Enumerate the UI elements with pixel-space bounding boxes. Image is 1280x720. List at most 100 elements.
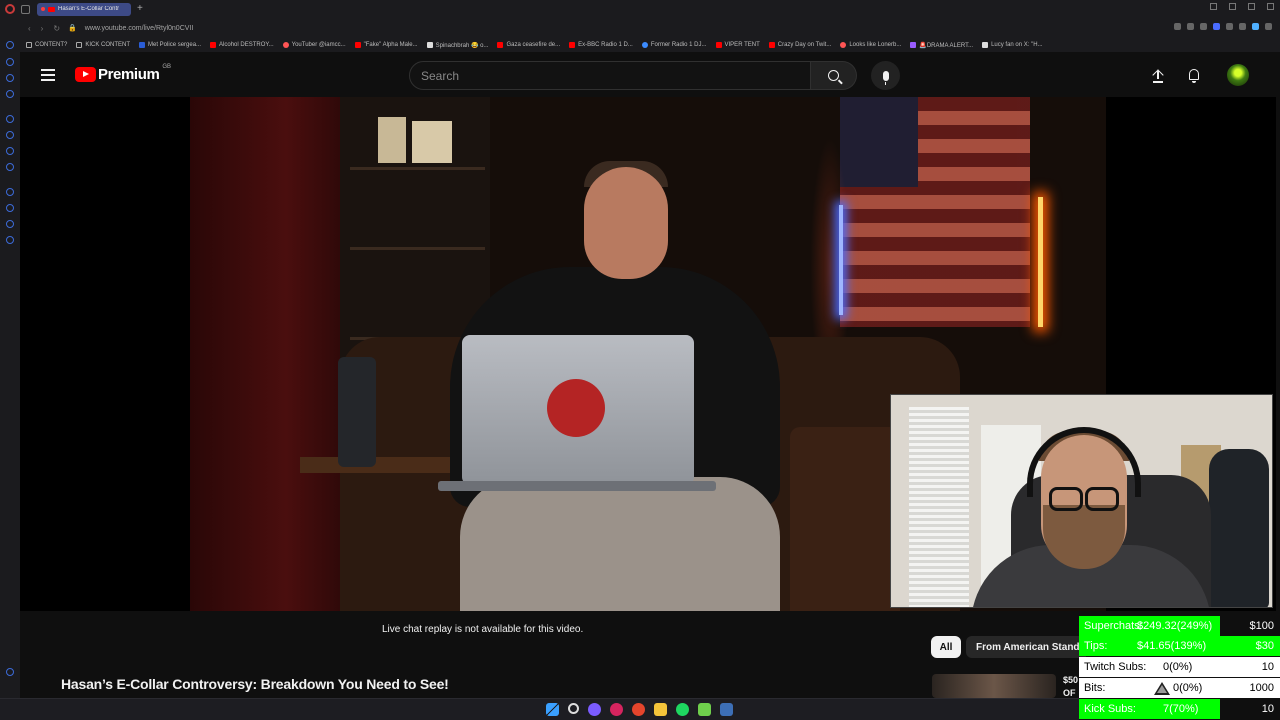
audio-icon[interactable]	[1252, 23, 1259, 30]
window-controls	[1210, 3, 1274, 10]
sidebar-history-icon[interactable]	[6, 204, 14, 212]
sidebar-messenger-icon[interactable]	[6, 147, 14, 155]
bookmark-item[interactable]: YouTuber @iamcc...	[282, 42, 346, 48]
youtube-favicon-icon	[210, 42, 217, 48]
notifications-button[interactable]	[1187, 68, 1201, 84]
sidebar-more-icon[interactable]	[6, 668, 14, 676]
goal-target: 1000	[1249, 682, 1274, 694]
url-field[interactable]: www.youtube.com/live/Rtyl0n0CVII	[85, 25, 194, 32]
spotify-icon[interactable]	[676, 703, 689, 716]
chip-from-channel[interactable]: From American Standard	[966, 636, 1086, 658]
search-input[interactable]: Search	[409, 61, 811, 90]
bookmarks-bar: CONTENT? KICK CONTENT Met Police sergea.…	[20, 38, 1280, 52]
search-icon[interactable]	[568, 703, 579, 714]
bookmark-item[interactable]: Alcohol DESTROY...	[210, 42, 274, 48]
headset	[1027, 427, 1141, 497]
hanging-coats	[1209, 449, 1269, 607]
curtain	[190, 97, 350, 611]
youtube-premium-logo[interactable]: Premium GB	[75, 64, 171, 83]
maximize-icon[interactable]	[1248, 3, 1255, 10]
tab-title: Hasan's E-Collar Contr	[58, 6, 120, 12]
sidebar-home-icon[interactable]	[6, 41, 14, 49]
bookmark-item[interactable]: 🚨DRAMA ALERT...	[910, 42, 973, 49]
bookmark-item[interactable]: "Fake" Alpha Male...	[354, 42, 418, 48]
site-favicon-icon	[282, 42, 289, 48]
sidebar-settings-icon[interactable]	[6, 236, 14, 244]
site-favicon-icon	[139, 42, 146, 48]
play-icon[interactable]	[1226, 23, 1233, 30]
bookmark-item[interactable]: KICK CONTENT	[76, 42, 130, 48]
neon-light-orange	[1038, 197, 1043, 327]
goal-value: $249.32(249%)	[1137, 620, 1213, 632]
goal-value: 0(0%)	[1173, 682, 1203, 694]
vpn-icon[interactable]	[1213, 23, 1220, 30]
presenter-head	[584, 167, 668, 279]
bookmark-item[interactable]: Former Radio 1 DJ...	[641, 42, 707, 48]
google-favicon-icon	[641, 42, 648, 48]
heart-icon[interactable]	[1239, 23, 1246, 30]
chip-all[interactable]: All	[931, 636, 961, 658]
sidebar-app-icon[interactable]	[6, 188, 14, 196]
bookmark-item[interactable]: Spinachbrah 😂 o...	[426, 42, 488, 49]
reload-icon[interactable]: ↻	[53, 24, 60, 33]
browser-tab-strip: Hasan's E-Collar Contr +	[0, 0, 1280, 18]
recommended-title-fragment[interactable]: OF	[1063, 688, 1076, 698]
youtube-favicon-icon	[48, 6, 55, 12]
app-icon[interactable]	[588, 703, 601, 716]
goal-label: Superchats:	[1084, 620, 1143, 632]
sidebar-instagram-icon[interactable]	[6, 163, 14, 171]
extension-icon[interactable]	[1187, 23, 1194, 30]
bookmark-item[interactable]: Met Police sergea...	[139, 42, 201, 48]
menu-icon[interactable]	[1265, 23, 1272, 30]
xbox-icon[interactable]	[698, 703, 711, 716]
steam-icon[interactable]	[720, 703, 733, 716]
recommended-thumbnail[interactable]	[932, 674, 1056, 698]
sidebar-app-icon[interactable]	[6, 90, 14, 98]
twitch-favicon-icon	[910, 42, 917, 48]
x-favicon-icon	[982, 42, 989, 48]
back-icon[interactable]: ‹	[28, 24, 31, 33]
create-button[interactable]	[1151, 69, 1165, 83]
bookmark-item[interactable]: Lucy fan on X: "H...	[982, 42, 1043, 48]
sidebar-app-icon[interactable]	[6, 74, 14, 82]
sidebar-app-icon[interactable]	[6, 220, 14, 228]
chrome-icon[interactable]	[632, 703, 645, 716]
menu-icon[interactable]	[41, 69, 55, 81]
bookmark-item[interactable]: Crazy Day on Twit...	[768, 42, 831, 48]
window-blinds	[909, 407, 969, 607]
youtube-favicon-icon	[354, 42, 361, 48]
windows-start-icon[interactable]	[546, 703, 559, 716]
new-tab-button[interactable]: +	[137, 4, 143, 14]
forward-icon[interactable]: ›	[41, 24, 44, 33]
picture-frame	[412, 121, 452, 163]
voice-search-button[interactable]	[871, 61, 900, 90]
avatar[interactable]	[1227, 64, 1249, 86]
browser-tab-active[interactable]: Hasan's E-Collar Contr	[37, 2, 131, 16]
sidebar-app-icon[interactable]	[6, 58, 14, 66]
opera-gx-icon[interactable]	[610, 703, 623, 716]
sidebar-twitch-icon[interactable]	[6, 131, 14, 139]
video-player[interactable]	[20, 97, 1276, 611]
picture-frame	[378, 117, 406, 163]
goal-label: Tips:	[1084, 640, 1108, 652]
bookmark-item[interactable]: CONTENT?	[26, 42, 67, 48]
bookmark-item[interactable]: Looks like Lonerb...	[840, 42, 901, 48]
opera-logo-icon[interactable]	[5, 4, 15, 14]
search-tabs-icon[interactable]	[1210, 3, 1217, 10]
recommended-title-fragment[interactable]: $50	[1063, 675, 1078, 685]
lock-icon[interactable]: 🔒	[68, 24, 77, 32]
bookmark-item[interactable]: Ex-BBC Radio 1 D...	[569, 42, 633, 48]
goal-bits: Bits: 0(0%) 1000	[1079, 678, 1280, 698]
bookmark-page-icon[interactable]	[1200, 23, 1207, 30]
close-icon[interactable]	[1267, 3, 1274, 10]
goal-value: $41.65(139%)	[1137, 640, 1207, 652]
sidebar-app-icon[interactable]	[6, 115, 14, 123]
file-explorer-icon[interactable]	[654, 703, 667, 716]
zoom-icon[interactable]	[1174, 23, 1181, 30]
search-button[interactable]	[811, 61, 857, 90]
bookmark-item[interactable]: Gaza ceasefire de...	[497, 42, 560, 48]
minimize-icon[interactable]	[1229, 3, 1236, 10]
tab-overview-icon[interactable]	[21, 4, 30, 14]
bookmark-item[interactable]: VIPER TENT	[715, 42, 760, 48]
goal-superchats: Superchats: $249.32(249%) $100	[1079, 616, 1280, 636]
